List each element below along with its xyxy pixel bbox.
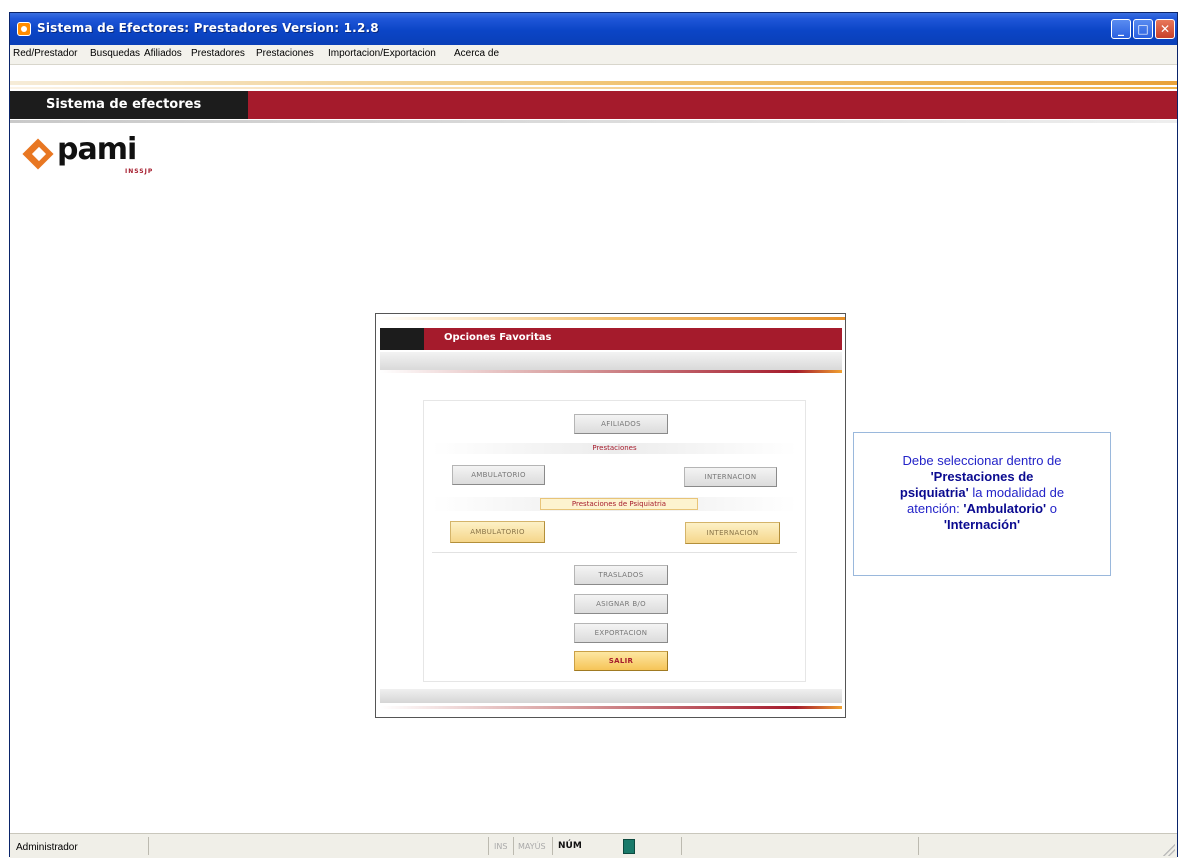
close-button[interactable]: ✕ <box>1155 19 1175 39</box>
menu-prestaciones[interactable]: Prestaciones <box>256 48 314 59</box>
options-panel: AFILIADOS Prestaciones AMBULATORIO INTER… <box>423 400 806 682</box>
callout-bold-3: 'Ambulatorio' <box>963 501 1047 516</box>
logo-subtext: INSSJP <box>125 168 154 175</box>
title-bar[interactable]: Sistema de Efectores: Prestadores Versio… <box>10 13 1177 45</box>
status-separator <box>681 837 682 855</box>
asignar-bo-button[interactable]: ASIGNAR B/O <box>574 594 668 614</box>
logo-text: pami <box>57 132 137 167</box>
maximize-button[interactable]: □ <box>1133 19 1153 39</box>
instruction-callout: Debe seleccionar dentro de 'Prestaciones… <box>853 432 1111 576</box>
dialog-title: Opciones Favoritas <box>444 332 552 343</box>
menu-bar: Red/Prestador Busquedas Afiliados Presta… <box>10 45 1177 65</box>
app-icon[interactable] <box>17 22 31 36</box>
header-divider <box>10 120 1177 123</box>
header-bar: Sistema de efectores <box>10 91 1177 119</box>
status-separator <box>488 837 489 855</box>
calculator-icon[interactable] <box>623 839 635 854</box>
dialog-grey-band <box>380 352 842 370</box>
favorite-options-dialog: Opciones Favoritas AFILIADOS Prestacione… <box>375 313 846 718</box>
status-user: Administrador <box>16 842 78 853</box>
callout-bold-1: 'Prestaciones de <box>930 469 1034 484</box>
window-title: Sistema de Efectores: Prestadores Versio… <box>37 21 379 35</box>
psiquiatria-section-label: Prestaciones de Psiquiatria <box>540 498 698 510</box>
dialog-footer-band <box>380 689 842 703</box>
callout-line-1: Debe seleccionar dentro de <box>902 453 1062 468</box>
salir-button[interactable]: SALIR <box>574 651 668 671</box>
resize-grip-icon[interactable] <box>1163 844 1175 856</box>
callout-line-4b: o <box>1046 501 1057 516</box>
prestaciones-internacion-button[interactable]: INTERNACION <box>684 467 777 487</box>
traslados-button[interactable]: TRASLADOS <box>574 565 668 585</box>
menu-busquedas[interactable]: Busquedas <box>90 48 140 59</box>
dialog-divider <box>380 370 842 373</box>
callout-bold-2: psiquiatria' <box>899 485 969 500</box>
dialog-footer-divider <box>380 706 842 709</box>
callout-bold-4: 'Internación' <box>943 517 1021 532</box>
callout-line-4: atención: <box>907 501 964 516</box>
status-mayus: MAYÚS <box>518 842 546 851</box>
header-accent-stripe <box>10 81 1177 85</box>
app-window: Sistema de Efectores: Prestadores Versio… <box>9 12 1178 858</box>
menu-acerca-de[interactable]: Acerca de <box>454 48 499 59</box>
afiliados-button[interactable]: AFILIADOS <box>574 414 668 434</box>
prestaciones-section-label: Prestaciones <box>432 443 797 454</box>
menu-prestadores[interactable]: Prestadores <box>191 48 245 59</box>
psiquiatria-ambulatorio-button[interactable]: AMBULATORIO <box>450 521 545 543</box>
minimize-button[interactable]: _ <box>1111 19 1131 39</box>
status-num: NÚM <box>558 841 582 851</box>
exportacion-button[interactable]: EXPORTACION <box>574 623 668 643</box>
dialog-accent-stripe <box>376 317 845 320</box>
status-ins: INS <box>494 842 508 851</box>
dialog-header-dark <box>380 328 424 350</box>
status-bar: Administrador INS MAYÚS NÚM <box>10 833 1177 858</box>
menu-red-prestador[interactable]: Red/Prestador <box>13 48 77 59</box>
prestaciones-ambulatorio-button[interactable]: AMBULATORIO <box>452 465 545 485</box>
pami-logo: pami INSSJP <box>22 132 193 188</box>
menu-importacion-exportacion[interactable]: Importacion/Exportacion <box>328 48 436 59</box>
status-separator <box>552 837 553 855</box>
dialog-header: Opciones Favoritas <box>380 328 842 350</box>
panel-divider <box>432 552 797 553</box>
menu-afiliados[interactable]: Afiliados <box>144 48 182 59</box>
header-title: Sistema de efectores <box>46 97 202 112</box>
callout-line-3: la modalidad de <box>968 485 1065 500</box>
status-separator <box>513 837 514 855</box>
header-accent-stripe-thin <box>10 87 1177 89</box>
psiquiatria-internacion-button[interactable]: INTERNACION <box>685 522 780 544</box>
status-separator <box>918 837 919 855</box>
status-separator <box>148 837 149 855</box>
header-dark-block: Sistema de efectores <box>10 91 248 119</box>
